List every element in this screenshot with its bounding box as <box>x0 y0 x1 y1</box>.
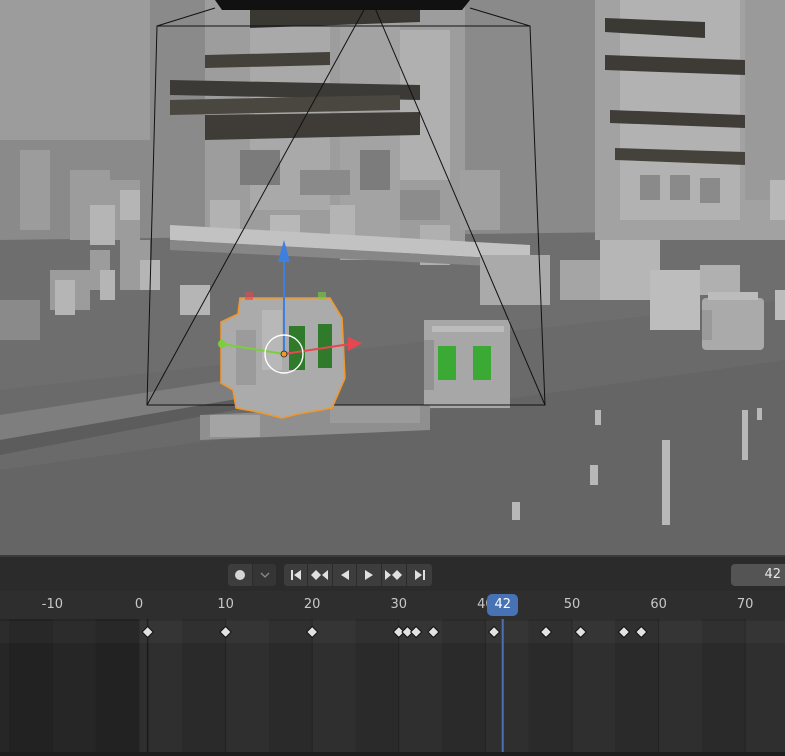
play-icon <box>365 570 373 580</box>
ruler-label: 10 <box>217 597 234 612</box>
keyframe-track-svg <box>0 619 785 752</box>
jump-to-start-button[interactable] <box>284 564 307 586</box>
playhead-frame-indicator[interactable]: 42 <box>487 594 519 616</box>
play-reverse-icon <box>340 570 349 580</box>
3d-viewport[interactable] <box>0 0 785 555</box>
ruler-label: -10 <box>41 597 64 612</box>
jump-end-icon <box>414 570 425 580</box>
ruler-label: 20 <box>303 597 321 612</box>
summary-row <box>0 621 785 643</box>
prev-keyframe-button[interactable] <box>308 564 332 586</box>
frame-ruler[interactable]: -10 0 10 20 30 40 50 60 70 <box>0 591 785 619</box>
ruler-label: 70 <box>736 597 754 612</box>
chevron-down-icon <box>260 572 269 578</box>
current-frame-field[interactable]: 42 <box>731 564 785 586</box>
scene-render <box>0 0 785 555</box>
green-panel-cube <box>424 320 510 408</box>
ruler-label: 50 <box>563 597 581 612</box>
ruler-label: 60 <box>650 597 667 612</box>
prev-keyframe-icon <box>311 570 328 580</box>
record-dropdown[interactable] <box>253 564 276 586</box>
play-reverse-button[interactable] <box>333 564 356 586</box>
camera-top <box>215 0 470 10</box>
next-keyframe-button[interactable] <box>382 564 406 586</box>
ruler-label: 0 <box>134 597 144 612</box>
record-button[interactable] <box>228 564 252 586</box>
right-cube <box>702 292 764 350</box>
timeline-editor: 42 -10 0 10 20 30 40 50 60 70 42 <box>0 555 785 752</box>
play-button[interactable] <box>357 564 381 586</box>
jump-start-icon <box>290 570 301 580</box>
keyframe-track-area[interactable] <box>0 619 785 752</box>
record-icon <box>235 570 245 580</box>
jump-to-end-button[interactable] <box>407 564 432 586</box>
ruler-label: 30 <box>390 597 408 612</box>
next-keyframe-icon <box>385 570 402 580</box>
timeline-header: 42 <box>0 557 785 591</box>
